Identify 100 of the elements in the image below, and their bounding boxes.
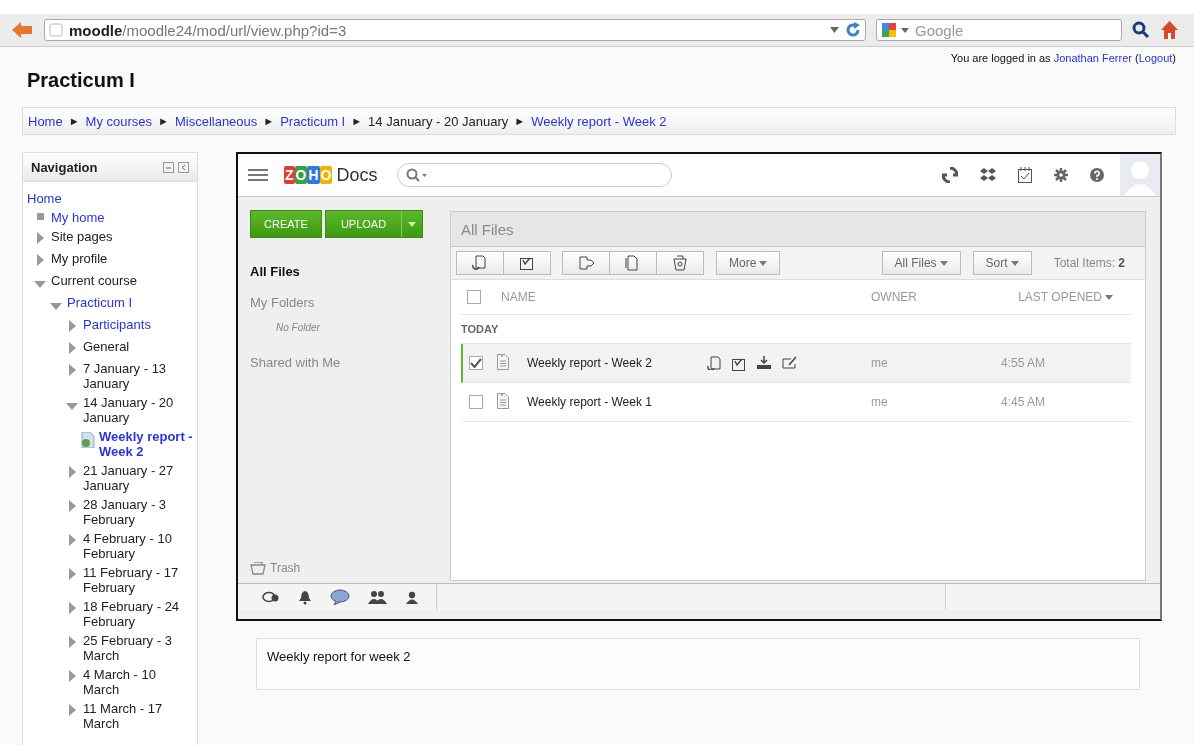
nav-item[interactable]: Site pages <box>51 229 113 244</box>
owner-cell-text: me <box>871 356 889 370</box>
collapsed-arrow-icon <box>68 670 76 682</box>
search-icon[interactable] <box>1132 21 1150 39</box>
file-name[interactable]: Weekly report - Week 1 <box>527 395 707 409</box>
nav-item[interactable]: 28 January - 3 February <box>83 497 193 527</box>
owner-cell-text: me <box>871 395 889 409</box>
file-name[interactable]: Weekly report - Week 2 <box>527 356 707 370</box>
caret-icon <box>901 27 909 33</box>
block-title: Navigation <box>31 159 98 175</box>
copy-button[interactable] <box>609 251 657 275</box>
search-field[interactable]: Google <box>913 20 1117 40</box>
search-box[interactable]: Google <box>876 19 1122 41</box>
checkbox[interactable] <box>469 356 483 370</box>
nav-item[interactable]: 14 January - 20 January <box>83 395 193 425</box>
separator-icon: ► <box>158 115 169 127</box>
description-text: Weekly report for week 2 <box>267 649 411 664</box>
page-icon <box>49 23 63 37</box>
select-all-checkbox[interactable] <box>467 290 481 304</box>
minimize-icon[interactable] <box>163 161 174 173</box>
document-icon <box>497 353 509 370</box>
collapsed-arrow-icon <box>68 534 76 546</box>
nav-item[interactable]: 11 February - 17 February <box>83 565 193 595</box>
nav-item[interactable]: 21 January - 27 January <box>83 463 193 493</box>
settings-icon[interactable] <box>1054 168 1068 182</box>
nav-link[interactable]: Home <box>27 191 62 206</box>
nav-item[interactable]: Current course <box>51 273 137 288</box>
caret-icon <box>1010 260 1019 266</box>
sort-button[interactable]: Sort <box>972 251 1032 275</box>
trash-icon <box>250 561 266 575</box>
nav-link[interactable]: My home <box>51 210 105 225</box>
app-name: Docs <box>336 164 378 186</box>
logo: ZOHO <box>284 166 333 184</box>
filter-dropdown[interactable]: All Files <box>881 251 961 275</box>
dock-icon[interactable] <box>178 161 189 173</box>
checkbox[interactable] <box>469 395 483 409</box>
collapsed-arrow-icon <box>36 232 44 244</box>
nav-item[interactable]: 4 February - 10 February <box>83 531 193 561</box>
nav-link[interactable]: Weekly report - Week 2 <box>99 429 193 459</box>
nav-item[interactable]: My profile <box>51 251 108 266</box>
check-icon <box>470 358 482 368</box>
collapsed-arrow-icon <box>68 320 76 332</box>
separator-icon: ► <box>263 115 275 127</box>
reload-icon[interactable] <box>845 22 861 38</box>
search-icon <box>406 168 421 182</box>
file-row[interactable]: Weekly report - Week 2 me 4:55 AM <box>461 344 1131 383</box>
nav-item[interactable]: 18 February - 24 February <box>83 599 193 629</box>
total-items: Total Items: 2 <box>1053 256 1125 270</box>
nav-item[interactable]: 25 February - 3 March <box>83 633 193 663</box>
share-icon[interactable] <box>782 355 797 370</box>
menu-icon[interactable] <box>248 168 268 182</box>
nav-item[interactable]: General <box>83 339 130 354</box>
collapsed-arrow-icon <box>68 466 76 478</box>
person-icon[interactable] <box>406 590 418 604</box>
caret-icon <box>408 221 416 227</box>
home-icon[interactable] <box>1160 20 1179 40</box>
expanded-arrow-icon <box>50 303 62 310</box>
document-refresh-icon <box>472 255 488 271</box>
separator-icon: ► <box>514 115 526 127</box>
breadcrumb-link[interactable]: Practicum I <box>280 113 346 129</box>
sidebar-item[interactable]: All Files <box>250 264 450 279</box>
collapsed-arrow-icon <box>68 704 76 716</box>
trash-button[interactable] <box>656 251 704 275</box>
breadcrumb-link[interactable]: Home <box>28 113 63 129</box>
url-file-icon <box>80 432 96 448</box>
address-field[interactable]: moodle/moodle24/mod/url/view.php?id=3 <box>44 19 866 41</box>
nav-link[interactable]: Participants <box>83 317 151 332</box>
nav-item[interactable]: 4 March - 10 March <box>83 667 193 697</box>
caret-icon <box>939 260 948 266</box>
sync-icon[interactable] <box>942 167 958 183</box>
breadcrumb-link[interactable]: My courses <box>85 113 153 129</box>
bell-icon[interactable] <box>298 589 312 605</box>
nav-item[interactable]: 11 March - 17 March <box>83 701 193 731</box>
back-arrow-icon[interactable] <box>10 20 34 40</box>
collapsed-arrow-icon <box>68 342 76 354</box>
breadcrumb-link[interactable]: Miscellaneous <box>174 113 258 129</box>
login-info: You are logged in as Jonathan Ferrer (Logout) <box>950 52 1176 64</box>
panel-title: All Files <box>451 212 1145 247</box>
collapsed-arrow-icon <box>68 602 76 614</box>
file-row[interactable]: Weekly report - Week 1 me 4:45 AM <box>461 383 1131 422</box>
user-link[interactable]: Jonathan Ferrer <box>1053 52 1132 64</box>
help-icon[interactable] <box>1090 168 1104 182</box>
collapsed-arrow-icon <box>68 636 76 648</box>
expanded-arrow-icon <box>34 281 46 288</box>
move-button[interactable] <box>562 251 610 275</box>
caret-icon <box>759 260 768 266</box>
expanded-arrow-icon <box>66 403 78 410</box>
calendar-check-icon[interactable] <box>1018 167 1032 183</box>
logout-link[interactable]: Logout <box>1138 52 1173 64</box>
nav-link[interactable]: Practicum I <box>67 295 132 310</box>
download-icon[interactable] <box>756 355 772 370</box>
calendar-check-button[interactable] <box>503 251 551 275</box>
separator-icon: ► <box>351 115 363 127</box>
move-icon <box>578 255 594 271</box>
nav-item[interactable]: 7 January - 13 January <box>83 361 193 391</box>
contacts-icon[interactable] <box>368 590 388 604</box>
more-button[interactable]: More <box>716 251 781 275</box>
chat-icon[interactable] <box>330 589 350 605</box>
refresh-doc-icon[interactable] <box>707 355 721 370</box>
breadcrumb-link[interactable]: Weekly report - Week 2 <box>531 113 667 129</box>
